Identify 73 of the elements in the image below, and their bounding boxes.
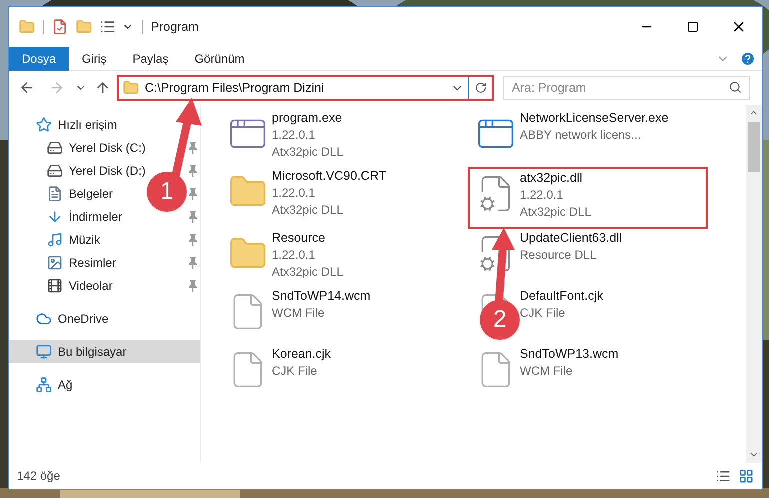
ribbon-tab[interactable]: Giriş (69, 46, 120, 70)
scroll-thumb[interactable] (748, 122, 760, 172)
folder-icon (123, 80, 139, 96)
tiles-view-icon[interactable] (739, 468, 754, 484)
file-detail: 1.22.0.1 (520, 187, 564, 204)
file-name: SndToWP13.wcm (520, 346, 619, 363)
file-name: atx32pic.dll (520, 170, 584, 187)
help-icon[interactable] (740, 50, 756, 66)
download-icon (47, 208, 63, 224)
cloud-icon (36, 310, 52, 326)
star-icon (36, 116, 52, 132)
drive-icon (47, 140, 63, 156)
pin-icon[interactable] (189, 142, 197, 154)
pin-icon[interactable] (189, 280, 197, 292)
scrollbar[interactable] (746, 105, 762, 463)
address-field[interactable]: C:\Program Files\Program Dizini (117, 75, 494, 101)
file-detail: 1.22.0.1 (272, 127, 316, 144)
pin-icon[interactable] (189, 256, 197, 268)
file-name: Resource (272, 230, 326, 247)
file-detail: 1.22.0.1 (272, 247, 316, 264)
window-title: Program (151, 18, 199, 36)
back-icon[interactable] (19, 80, 35, 96)
file-name: DefaultFont.cjk (520, 288, 604, 305)
file-name: Microsoft.VC90.CRT (272, 168, 386, 185)
pin-icon[interactable] (189, 188, 197, 200)
file-detail: Atx32pic DLL (272, 144, 344, 161)
music-note-icon (47, 232, 63, 248)
nav-item[interactable]: OneDrive (9, 307, 117, 330)
nav-item[interactable]: Belgeler (9, 182, 122, 205)
monitor-icon (36, 344, 52, 360)
file-name: program.exe (272, 110, 344, 127)
pin-icon[interactable] (189, 164, 197, 176)
nav-item[interactable]: Videolar (9, 274, 121, 297)
nav-item[interactable]: İndirmeler (9, 205, 130, 228)
refresh-icon[interactable] (474, 82, 486, 94)
list-icon[interactable] (100, 19, 116, 35)
item-count: 142 öğe (17, 468, 60, 485)
file-name: SndToWP14.wcm (272, 288, 371, 305)
maximize-icon (687, 21, 699, 33)
file-detail: WCM File (272, 305, 326, 322)
ribbon-tab[interactable]: Paylaş (120, 46, 182, 70)
ribbon-tab[interactable]: Dosya (9, 46, 70, 70)
file-detail: Resource DLL (520, 247, 598, 264)
file-detail: Atx32pic DLL (272, 264, 344, 281)
pin-icon[interactable] (189, 234, 197, 246)
picture-icon (47, 254, 63, 270)
file-detail: ABBY network licens... (520, 127, 642, 144)
nav-item[interactable]: Hızlı erişim (9, 113, 126, 136)
file-detail: Atx32pic DLL (272, 202, 344, 219)
network-icon (36, 376, 52, 392)
drive-icon (47, 162, 63, 178)
details-view-icon[interactable] (716, 468, 731, 484)
file-detail: CJK File (272, 363, 318, 380)
document-icon (47, 186, 63, 202)
file-detail: 1.22.0.1 (272, 185, 316, 202)
file-detail: WCM File (520, 363, 574, 380)
search-icon[interactable] (729, 81, 742, 94)
file-name: Korean.cjk (272, 346, 332, 363)
nav-item[interactable]: Müzik (9, 228, 108, 251)
nav-item[interactable]: Resimler (9, 251, 124, 274)
film-icon (47, 278, 63, 294)
properties-icon[interactable] (52, 19, 68, 35)
file-name: UpdateClient63.dll (520, 230, 622, 247)
file-detail: Atx32pic DLL (520, 204, 592, 221)
pin-icon[interactable] (189, 210, 197, 222)
nav-item[interactable]: Bu bilgisayar (9, 340, 200, 363)
up-icon[interactable] (95, 80, 111, 96)
file-detail: CJK File (520, 305, 566, 322)
ribbon-tab[interactable]: Görünüm (182, 46, 258, 70)
search-field[interactable]: Ara: Program (503, 76, 750, 100)
file-name: NetworkLicenseServer.exe (520, 110, 669, 127)
nav-item[interactable]: Ağ (9, 373, 81, 396)
nav-item[interactable]: Yerel Disk (C:) (9, 136, 154, 159)
